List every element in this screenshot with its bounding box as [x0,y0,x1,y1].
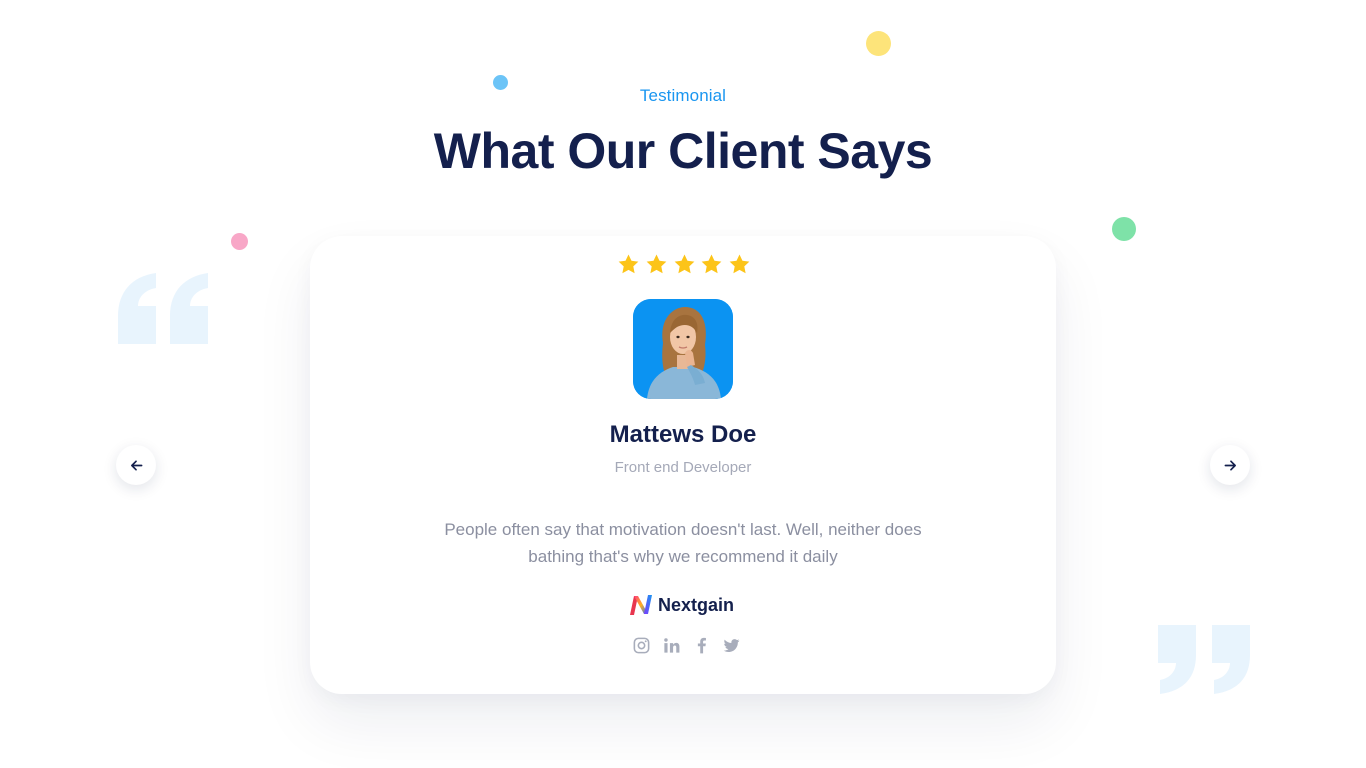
social-links [632,636,741,655]
client-name: Mattews Doe [609,421,757,448]
decorative-dot-yellow [866,31,891,56]
linkedin-icon[interactable] [662,636,681,655]
decorative-dot-green [1112,217,1136,241]
star-icon [701,254,722,274]
nextgain-logo-icon [630,595,652,615]
close-quote-icon [1158,625,1250,694]
twitter-icon[interactable] [722,636,741,655]
decorative-dot-pink [231,233,248,250]
previous-button[interactable] [116,445,156,485]
star-rating [617,253,751,277]
testimonial-quote: People often say that motivation doesn't… [444,520,922,566]
avatar [633,299,733,399]
person-portrait-image [633,299,733,399]
company-name: Nextgain [658,594,735,615]
star-icon [646,254,667,274]
open-quote-icon [118,273,208,344]
star-icon [729,254,750,274]
client-role: Front end Developer [614,459,752,476]
next-button[interactable] [1210,445,1250,485]
instagram-icon[interactable] [632,636,651,655]
section-eyebrow: Testimonial [639,86,727,105]
section-title: What Our Client Says [433,123,933,179]
star-icon [674,254,694,274]
facebook-icon[interactable] [692,636,711,655]
company-brand: Nextgain [629,592,734,618]
star-icon [618,254,639,274]
arrow-right-icon [1224,459,1236,471]
arrow-left-icon [130,459,142,471]
